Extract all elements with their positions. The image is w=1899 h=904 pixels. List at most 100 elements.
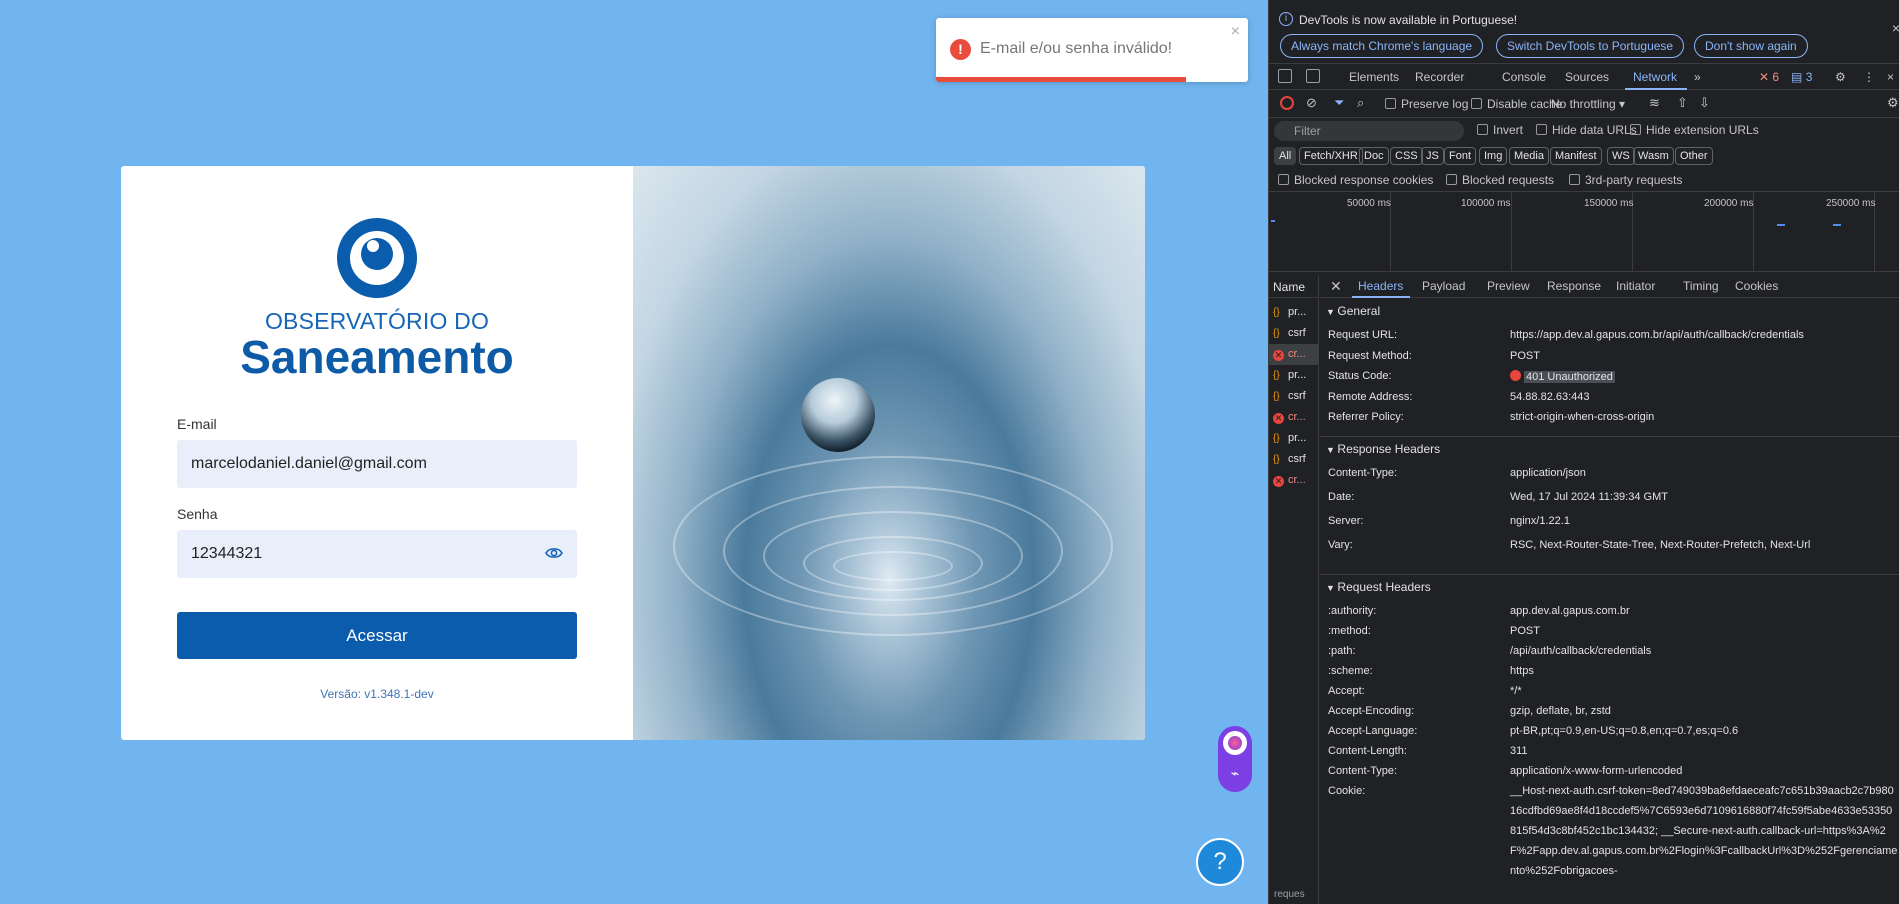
blocked-filters: Blocked response cookies Blocked request… <box>1269 168 1899 192</box>
type-filter-js[interactable]: JS <box>1421 147 1444 165</box>
filter-icon[interactable]: ⏷ <box>1334 95 1344 111</box>
error-count-badge[interactable]: ✕ 6 <box>1759 70 1779 84</box>
email-field[interactable]: marcelodaniel.daniel@gmail.com <box>177 440 577 488</box>
section-header-response-headers[interactable]: ▼ Response Headers <box>1326 442 1440 456</box>
type-filter-css[interactable]: CSS <box>1390 147 1423 165</box>
detail-tab-timing[interactable]: Timing <box>1683 279 1719 293</box>
network-conditions-icon[interactable]: ≋ <box>1649 95 1660 111</box>
header-value: 54.88.82.63:443 <box>1510 390 1590 403</box>
match-language-button[interactable]: Always match Chrome's language <box>1280 34 1484 58</box>
header-name: Vary: <box>1328 539 1353 551</box>
import-har-icon[interactable]: ⇧ <box>1677 95 1688 111</box>
error-icon: ✕ <box>1759 70 1770 84</box>
throttling-select[interactable]: No throttling ▾ <box>1551 97 1625 111</box>
type-filter-font[interactable]: Font <box>1444 147 1477 165</box>
error-icon: ! <box>950 39 971 60</box>
export-har-icon[interactable]: ⇩ <box>1699 95 1710 111</box>
type-filter-fetch-xhr[interactable]: Fetch/XHR <box>1299 147 1363 165</box>
toast-close-button[interactable]: × <box>1231 23 1240 41</box>
header-name: Content-Length: <box>1328 745 1407 757</box>
filter-input[interactable]: Filter <box>1274 121 1464 141</box>
header-name: Request Method: <box>1328 349 1412 362</box>
type-filter-media[interactable]: Media <box>1509 147 1549 165</box>
request-name: cr... <box>1288 474 1306 486</box>
request-row[interactable]: {} csrf <box>1269 323 1319 344</box>
section-header-general[interactable]: ▼ General <box>1326 304 1380 318</box>
device-toolbar-icon[interactable] <box>1306 69 1320 83</box>
inspect-element-icon[interactable] <box>1278 69 1292 83</box>
close-devtools-icon[interactable]: × <box>1887 70 1894 84</box>
request-row[interactable]: {} pr... <box>1269 428 1319 449</box>
switch-language-button[interactable]: Switch DevTools to Portuguese <box>1496 34 1685 58</box>
clear-icon[interactable]: ⊘ <box>1306 95 1317 111</box>
search-icon[interactable]: ⌕ <box>1357 95 1364 111</box>
requests-status: reques <box>1274 889 1305 900</box>
password-label: Senha <box>177 506 218 522</box>
language-infobar: i DevTools is now available in Portugues… <box>1269 0 1899 64</box>
password-field[interactable]: 12344321 <box>177 530 577 578</box>
dont-show-again-button[interactable]: Don't show again <box>1694 34 1808 58</box>
detail-tab-response[interactable]: Response <box>1547 279 1601 293</box>
request-row[interactable]: {} csrf <box>1269 386 1319 407</box>
more-tabs-icon[interactable]: » <box>1694 70 1701 84</box>
type-filter-manifest[interactable]: Manifest <box>1550 147 1602 165</box>
network-settings-icon[interactable]: ⚙ <box>1887 95 1899 111</box>
fetch-request-icon: {} <box>1273 328 1280 339</box>
hide-data-urls-checkbox[interactable]: Hide data URLs <box>1536 123 1637 137</box>
section-title: General <box>1337 304 1381 318</box>
disable-cache-checkbox[interactable]: Disable cache <box>1471 97 1562 111</box>
message-count-badge[interactable]: ▤ 3 <box>1791 70 1812 84</box>
invert-checkbox[interactable]: Invert <box>1477 123 1523 137</box>
tab-network[interactable]: Network <box>1633 70 1677 84</box>
detail-tab-headers[interactable]: Headers <box>1358 279 1403 293</box>
header-name: :method: <box>1328 625 1371 637</box>
tab-elements[interactable]: Elements <box>1349 70 1399 84</box>
name-column-header[interactable]: Name <box>1269 276 1319 298</box>
section-header-request-headers[interactable]: ▼ Request Headers <box>1326 580 1431 594</box>
network-overview-timeline[interactable]: 50000 ms 100000 ms 150000 ms 200000 ms 2… <box>1269 192 1899 272</box>
hide-extension-urls-checkbox[interactable]: Hide extension URLs <box>1630 123 1759 137</box>
show-password-icon[interactable] <box>545 546 563 560</box>
third-party-requests-checkbox[interactable]: 3rd-party requests <box>1569 173 1682 187</box>
request-row[interactable]: {} pr... <box>1269 302 1319 323</box>
blocked-requests-checkbox[interactable]: Blocked requests <box>1446 173 1554 187</box>
infobar-text: DevTools is now available in Portuguese! <box>1299 13 1518 27</box>
close-details-icon[interactable]: ✕ <box>1330 278 1342 295</box>
type-filter-other[interactable]: Other <box>1675 147 1713 165</box>
extension-floating-widget[interactable]: ⌁ <box>1218 726 1252 792</box>
extension-chart-icon[interactable]: ⌁ <box>1226 764 1244 782</box>
type-filter-doc[interactable]: Doc <box>1359 147 1389 165</box>
detail-tab-initiator[interactable]: Initiator <box>1616 279 1655 293</box>
preserve-log-checkbox[interactable]: Preserve log <box>1385 97 1468 111</box>
header-value: strict-origin-when-cross-origin <box>1510 411 1655 423</box>
help-button[interactable]: ? <box>1196 838 1244 886</box>
request-row[interactable]: {} pr... <box>1269 365 1319 386</box>
resource-type-filters: All Fetch/XHR Doc CSS JS Font Img Media … <box>1269 144 1899 168</box>
infobar-close-icon[interactable]: × <box>1892 20 1899 36</box>
request-row[interactable]: {} csrf <box>1269 449 1319 470</box>
toast-progress-bar <box>936 77 1186 82</box>
type-filter-all[interactable]: All <box>1274 147 1297 165</box>
timeline-request-mark <box>1833 224 1841 226</box>
timeline-label: 200000 ms <box>1704 198 1754 209</box>
type-filter-wasm[interactable]: Wasm <box>1633 147 1674 165</box>
tab-sources[interactable]: Sources <box>1565 70 1609 84</box>
type-filter-ws[interactable]: WS <box>1607 147 1635 165</box>
type-filter-img[interactable]: Img <box>1479 147 1508 165</box>
request-row[interactable]: ✕ cr... <box>1269 344 1319 365</box>
more-options-icon[interactable]: ⋮ <box>1863 70 1875 84</box>
request-row[interactable]: ✕ cr... <box>1269 470 1319 491</box>
extension-logo-icon[interactable] <box>1223 731 1247 755</box>
tab-recorder[interactable]: Recorder <box>1415 70 1464 84</box>
record-stop-icon[interactable] <box>1280 96 1294 110</box>
login-submit-button[interactable]: Acessar <box>177 612 577 659</box>
detail-tab-payload[interactable]: Payload <box>1422 279 1465 293</box>
tab-console[interactable]: Console <box>1502 70 1546 84</box>
settings-gear-icon[interactable]: ⚙ <box>1835 70 1846 84</box>
blocked-response-cookies-checkbox[interactable]: Blocked response cookies <box>1278 173 1433 187</box>
detail-tab-cookies[interactable]: Cookies <box>1735 279 1778 293</box>
header-value: POST <box>1510 625 1540 637</box>
detail-tab-preview[interactable]: Preview <box>1487 279 1530 293</box>
request-row[interactable]: ✕ cr... <box>1269 407 1319 428</box>
header-value: gzip, deflate, br, zstd <box>1510 705 1611 717</box>
